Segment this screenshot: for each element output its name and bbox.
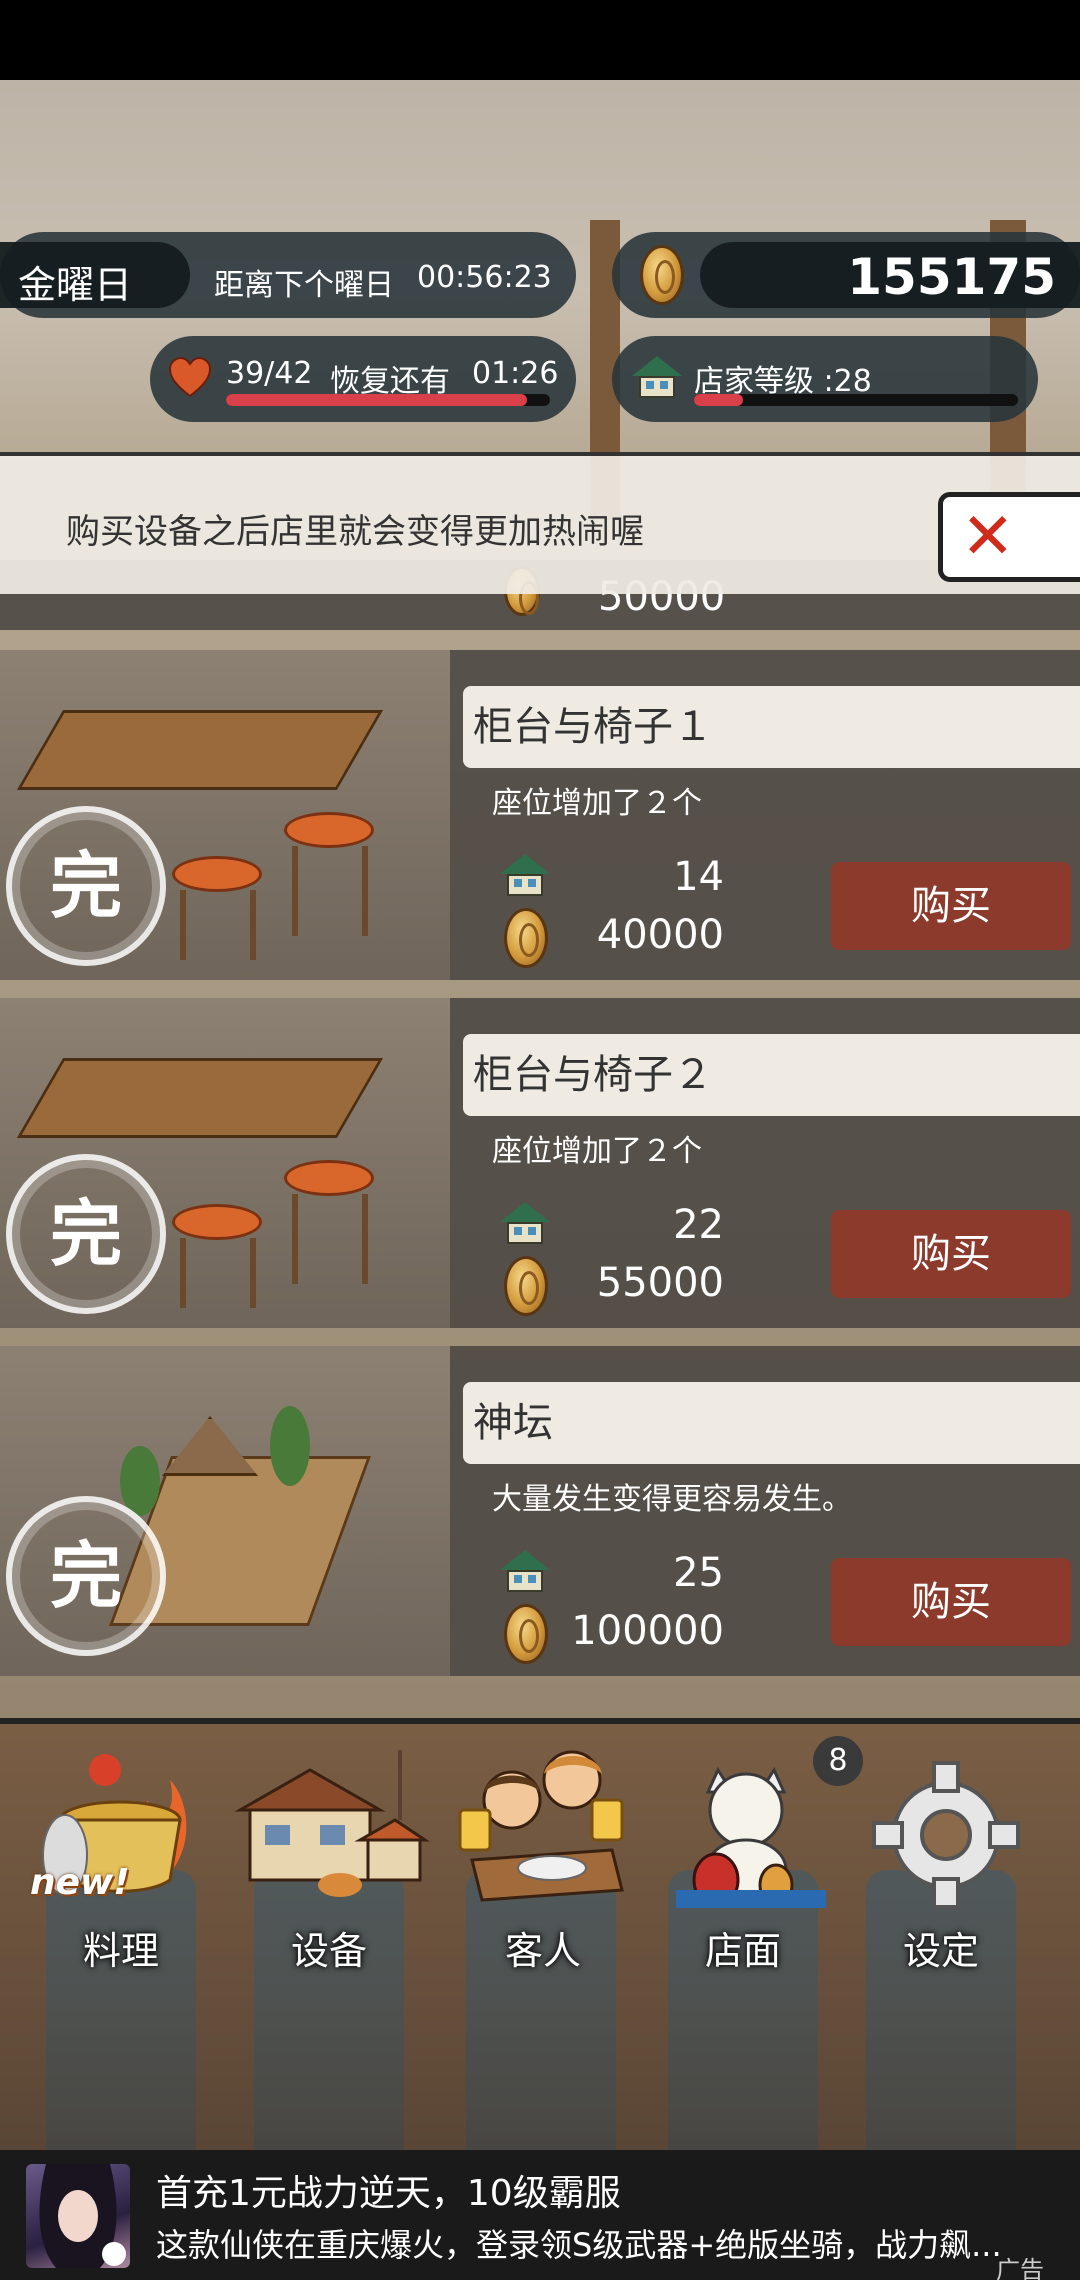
required-level: 25 (673, 1550, 724, 1596)
house-icon (500, 854, 550, 898)
stool-illustration (172, 1204, 262, 1240)
nav-column (46, 1870, 196, 2150)
nav-shop-button[interactable] (656, 1740, 836, 1910)
notice-banner: 购买设备之后店里就会变得更加热闹喔 (0, 452, 1080, 594)
shop-item-card: 完 柜台与椅子１ 座位增加了２个 14 40000 购买 (0, 650, 1080, 980)
recover-timer: 01:26 (472, 356, 559, 391)
nav-shop-label: 店面 (704, 1929, 781, 1973)
shop-level-bar (694, 394, 1018, 406)
ad-description: 这款仙侠在重庆爆火，登录领S级武器+绝版坐骑，战力飙... (156, 2226, 1002, 2264)
heart-icon (168, 356, 212, 398)
plant-illustration (270, 1406, 310, 1486)
stamina-bar-fill (226, 394, 528, 406)
buy-button[interactable]: 购买 (831, 862, 1071, 950)
ad-title: 首充1元战力逆天，10级霸服 (156, 2173, 621, 2214)
shop-level-bar-fill (694, 394, 743, 406)
item-description: 座位增加了２个 (492, 786, 702, 821)
new-badge: new! (30, 1862, 130, 1903)
nav-column (466, 1870, 616, 2150)
stamina-bar (226, 394, 550, 406)
next-day-label: 距离下个曜日 (214, 268, 394, 303)
ad-thumbnail (26, 2164, 130, 2268)
nav-customers-label: 客人 (504, 1929, 581, 1973)
required-level: 22 (673, 1202, 724, 1248)
nav-settings-label: 设定 (902, 1929, 979, 1973)
completed-stamp: 完 (6, 1154, 166, 1314)
house-illustration-icon (234, 1750, 430, 1897)
shop-item-card: 完 柜台与椅子２ 座位增加了２个 22 55000 购买 (0, 998, 1080, 1328)
required-level: 14 (673, 854, 724, 900)
item-price: 40000 (596, 912, 724, 958)
buy-button[interactable]: 购买 (831, 1558, 1071, 1646)
item-name: 柜台与椅子２ (463, 1034, 1080, 1116)
completed-stamp: 完 (6, 1496, 166, 1656)
nav-equipment-label: 设备 (290, 1929, 367, 1973)
shop-item-card: 完 神坛 大量发生变得更容易发生。 25 100000 购买 (0, 1346, 1080, 1676)
nav-settings-button[interactable] (856, 1740, 1036, 1910)
house-icon (500, 1550, 550, 1594)
notice-text: 购买设备之后店里就会变得更加热闹喔 (66, 512, 644, 552)
item-price: 55000 (596, 1260, 724, 1306)
house-icon (632, 356, 682, 400)
item-name: 柜台与椅子１ (463, 686, 1080, 768)
coin-icon (504, 908, 548, 968)
day-name: 金曜日 (18, 263, 133, 307)
coin-icon (640, 245, 684, 305)
item-name: 神坛 (463, 1382, 1080, 1464)
next-day-timer: 00:56:23 (417, 260, 552, 295)
coin-icon (504, 1604, 548, 1664)
item-description: 大量发生变得更容易发生。 (492, 1482, 852, 1517)
close-x-icon: ✕ (961, 500, 1015, 574)
completed-stamp: 完 (6, 806, 166, 966)
nav-cooking-label: 料理 (82, 1929, 159, 1973)
stool-illustration (172, 856, 262, 892)
close-notice-button[interactable]: ✕ (938, 492, 1080, 582)
stool-illustration (284, 812, 374, 848)
ad-character-image (39, 2164, 126, 2268)
nav-column (668, 1870, 818, 2150)
coin-icon (504, 1256, 548, 1316)
nav-column (866, 1870, 1016, 2150)
nav-equipment-button[interactable] (230, 1740, 430, 1910)
ad-banner[interactable]: 首充1元战力逆天，10级霸服 这款仙侠在重庆爆火，登录领S级武器+绝版坐骑，战力… (0, 2150, 1080, 2280)
customers-icon (458, 1750, 624, 1902)
counter-illustration (16, 710, 384, 790)
item-description: 座位增加了２个 (492, 1134, 702, 1169)
stamina-count: 39/42 (226, 356, 313, 391)
house-icon (500, 1202, 550, 1246)
nav-customers-button[interactable] (452, 1740, 632, 1910)
lucky-cat-icon (676, 1766, 826, 1908)
item-price: 100000 (571, 1608, 724, 1654)
ad-label: 广告 (996, 2256, 1044, 2280)
counter-illustration (16, 1058, 384, 1138)
buy-button[interactable]: 购买 (831, 1210, 1071, 1298)
gear-icon (872, 1761, 1020, 1909)
stool-illustration (284, 1160, 374, 1196)
nav-column (254, 1870, 404, 2150)
status-bar (0, 0, 1080, 80)
coin-count: 155175 (847, 248, 1056, 306)
